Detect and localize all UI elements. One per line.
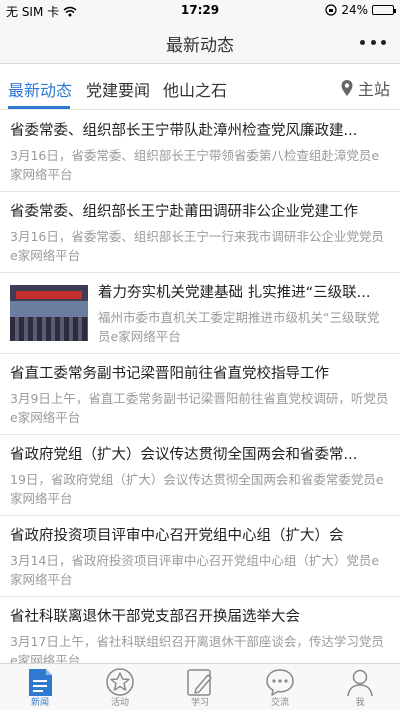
news-list: 省委常委、组织部长王宁带队赴漳州检查党风廉政建... 3月16日，省委常委、组织… <box>0 111 400 663</box>
news-title: 着力夯实机关党建基础 扎实推进“三级联... <box>98 285 371 301</box>
news-summary: 3月16日，省委常委、组织部长王宁带领省委第八检查组赴漳党员e家网络平台 <box>10 148 380 182</box>
bottom-tab-chat[interactable]: 交流 <box>240 664 320 710</box>
news-item[interactable]: 着力夯实机关党建基础 扎实推进“三级联... 福州市委市直机关工委定期推进市级机… <box>0 273 400 354</box>
news-summary: 3月17日上午，省社科联组织召开离退休干部座谈会，传达学习党员e家网络平台 <box>10 634 384 663</box>
news-item[interactable]: 省委常委、组织部长王宁带队赴漳州检查党风廉政建... 3月16日，省委常委、组织… <box>0 111 400 192</box>
news-summary: 3月16日，省委常委、组织部长王宁一行来我市调研非公企业党党员e家网络平台 <box>10 229 384 263</box>
category-tab-bar: 最新动态 党建要闻 他山之石 主站 <box>0 64 400 110</box>
more-button[interactable] <box>360 34 386 50</box>
bottom-tab-bar: 新闻 活动 学习 交流 我 <box>0 663 400 710</box>
location-pin-icon <box>341 80 353 96</box>
bottom-tab-activity[interactable]: 活动 <box>80 664 160 710</box>
news-title: 省政府投资项目评审中心召开党组中心组（扩大）会 <box>10 528 344 544</box>
news-title: 省直工委常务副书记梁晋阳前往省直党校指导工作 <box>10 366 329 382</box>
battery-icon <box>372 5 396 15</box>
bottom-tab-me[interactable]: 我 <box>320 664 400 710</box>
news-item[interactable]: 省委常委、组织部长王宁赴莆田调研非公企业党建工作 3月16日，省委常委、组织部长… <box>0 192 400 273</box>
battery-percent: 24% <box>341 3 368 17</box>
news-item[interactable]: 省直工委常务副书记梁晋阳前往省直党校指导工作 3月9日上午，省直工委常务副书记梁… <box>0 354 400 435</box>
chat-bubble-icon <box>266 669 294 696</box>
news-title: 省委常委、组织部长王宁赴莆田调研非公企业党建工作 <box>10 204 358 220</box>
star-icon <box>106 668 134 696</box>
news-item[interactable]: 省社科联离退休干部党支部召开换届选举大会 3月17日上午，省社科联组织召开离退休… <box>0 597 400 663</box>
status-bar: 无 SIM 卡 17:29 24% <box>0 0 400 20</box>
bottom-tab-label: 交流 <box>270 698 289 708</box>
news-item[interactable]: 省政府党组（扩大）会议传达贯彻全国两会和省委常... 19日，省政府党组（扩大）… <box>0 435 400 516</box>
tab-latest-news[interactable]: 最新动态 <box>8 77 72 101</box>
bottom-tab-label: 我 <box>355 698 365 708</box>
news-title: 省政府党组（扩大）会议传达贯彻全国两会和省委常... <box>10 447 358 463</box>
tab-other-stones[interactable]: 他山之石 <box>163 77 227 101</box>
active-tab-indicator <box>8 106 70 109</box>
more-dots-icon <box>360 39 365 45</box>
home-site-button[interactable]: 主站 <box>340 76 390 100</box>
page-title: 最新动态 <box>166 36 234 56</box>
news-summary: 福州市委市直机关工委定期推进市级机关“三级联党员e家网络平台 <box>98 310 380 344</box>
person-icon <box>347 669 373 697</box>
news-summary: 3月9日上午，省直工委常务副书记梁晋阳前往省直党校调研，听党员e家网络平台 <box>10 391 389 425</box>
pencil-note-icon <box>187 669 212 696</box>
thumbnail-audience <box>10 317 88 341</box>
tab-party-news[interactable]: 党建要闻 <box>86 77 150 101</box>
navigation-bar: 最新动态 <box>0 20 400 64</box>
status-right: 24% <box>325 3 396 17</box>
news-summary: 3月14日，省政府投资项目评审中心召开党组中心组（扩大）党员e家网络平台 <box>10 553 380 587</box>
news-item[interactable]: 省政府投资项目评审中心召开党组中心组（扩大）会 3月14日，省政府投资项目评审中… <box>0 516 400 597</box>
news-summary: 19日，省政府党组（扩大）会议传达贯彻全国两会和省委常委党员e家网络平台 <box>10 472 384 506</box>
news-title: 省委常委、组织部长王宁带队赴漳州检查党风廉政建... <box>10 123 358 139</box>
bottom-tab-label: 活动 <box>110 698 129 708</box>
thumbnail-stage <box>10 301 88 317</box>
more-dots-icon <box>370 39 376 45</box>
bottom-tab-study[interactable]: 学习 <box>160 664 240 710</box>
bottom-tab-label: 学习 <box>190 698 209 708</box>
bottom-tab-news[interactable]: 新闻 <box>0 664 80 710</box>
more-dots-icon <box>381 39 386 45</box>
news-title: 省社科联离退休干部党支部召开换届选举大会 <box>10 609 300 625</box>
bottom-tab-label: 新闻 <box>30 698 49 708</box>
rotation-lock-icon <box>325 4 337 16</box>
home-site-label: 主站 <box>357 80 390 99</box>
news-document-icon <box>29 669 52 696</box>
thumbnail-banner <box>16 291 82 299</box>
news-thumbnail <box>10 285 88 341</box>
